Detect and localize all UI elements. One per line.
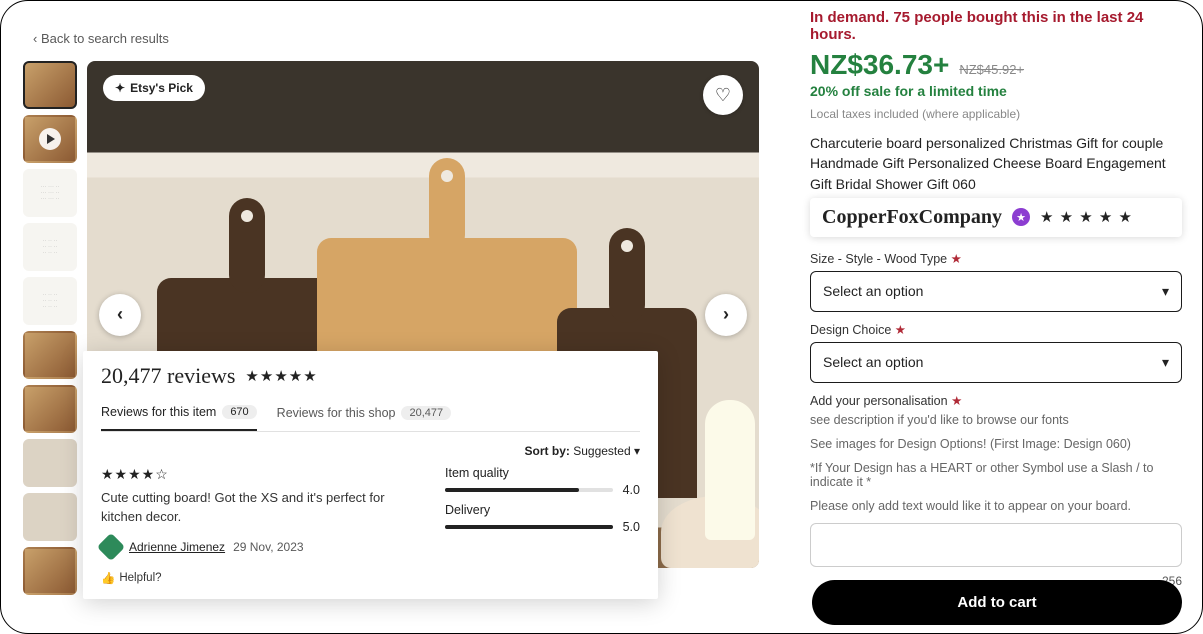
single-review-stars: ★★★★☆ (101, 466, 405, 483)
tab-count-pill: 670 (222, 405, 256, 419)
thumbnail-strip: ··· ··· ····· ··· ····· ··· ·· ·· ·· ···… (23, 61, 77, 595)
reviews-panel: 20,477 reviews ★★★★★ Reviews for this it… (83, 351, 658, 599)
option2-label: Design Choice ★ (810, 322, 1182, 337)
chevron-right-icon: › (723, 304, 729, 325)
price: NZ$36.73+ (810, 49, 949, 81)
heart-icon: ♡ (715, 85, 731, 106)
thumbnail-1[interactable] (23, 61, 77, 109)
sort-value: Suggested (573, 444, 630, 458)
sort-dropdown[interactable]: Sort by: Suggested ▾ (101, 444, 640, 458)
tab-count-pill: 20,477 (401, 406, 451, 420)
star-seller-badge-icon: ★ (1012, 208, 1030, 226)
avatar (97, 533, 125, 561)
select-placeholder: Select an option (823, 354, 923, 370)
option2-select[interactable]: Select an option ▾ (810, 342, 1182, 383)
personalisation-hint-3: *If Your Design has a HEART or other Sym… (810, 461, 1182, 489)
personalisation-hint-2: See images for Design Options! (First Im… (810, 437, 1182, 451)
sort-label: Sort by: (525, 444, 570, 458)
review-count: 20,477 reviews (101, 363, 235, 389)
etsy-pick-label: Etsy's Pick (130, 81, 193, 95)
thumbnail-7[interactable] (23, 385, 77, 433)
tax-text: Local taxes included (where applicable) (810, 107, 1182, 121)
option1-select[interactable]: Select an option ▾ (810, 271, 1182, 312)
chevron-down-icon: ▾ (634, 444, 640, 458)
product-title: Charcuterie board personalized Christmas… (810, 133, 1182, 194)
price-original: NZ$45.92+ (959, 62, 1024, 77)
thumbnail-3[interactable]: ··· ··· ····· ··· ····· ··· ·· (23, 169, 77, 217)
sparkle-icon: ✦ (115, 81, 125, 95)
add-to-cart-button[interactable]: Add to cart (812, 580, 1182, 625)
product-info-panel: In demand. 75 people bought this in the … (802, 9, 1202, 588)
shop-stars: ★ ★ ★ ★ ★ (1040, 208, 1133, 226)
personalisation-hint-4: Please only add text would like it to ap… (810, 499, 1182, 513)
rating-delivery-value: 5.0 (623, 520, 640, 534)
tab-label: Reviews for this shop (277, 406, 396, 420)
select-placeholder: Select an option (823, 283, 923, 299)
personalisation-input[interactable] (810, 523, 1182, 567)
shop-bar: CopperFoxCompany ★ ★ ★ ★ ★ ★ (810, 198, 1182, 237)
next-image-button[interactable]: › (705, 294, 747, 336)
thumbnail-5[interactable]: ·· ·· ···· ·· ···· ·· ·· (23, 277, 77, 325)
thumbnail-10[interactable] (23, 547, 77, 595)
chevron-down-icon: ▾ (1162, 283, 1169, 300)
thumbnail-6[interactable] (23, 331, 77, 379)
helpful-label: Helpful? (119, 572, 161, 584)
prev-image-button[interactable]: ‹ (99, 294, 141, 336)
review-text: Cute cutting board! Got the XS and it's … (101, 489, 405, 527)
sale-text: 20% off sale for a limited time (810, 83, 1182, 99)
reviewer-link[interactable]: Adrienne Jimenez (129, 540, 225, 554)
rating-quality-label: Item quality (445, 466, 640, 480)
tab-reviews-shop[interactable]: Reviews for this shop 20,477 (277, 399, 451, 431)
thumbs-up-icon: 👍 (101, 571, 115, 585)
option1-label: Size - Style - Wood Type ★ (810, 251, 1182, 266)
demand-text: In demand. 75 people bought this in the … (810, 9, 1182, 43)
personalisation-label: Add your personalisation ★ (810, 393, 1182, 408)
back-to-results-link[interactable]: Back to search results (33, 31, 169, 46)
rating-quality-value: 4.0 (623, 483, 640, 497)
tab-label: Reviews for this item (101, 405, 216, 419)
thumbnail-8[interactable] (23, 439, 77, 487)
rating-delivery-label: Delivery (445, 503, 640, 517)
shop-name-link[interactable]: CopperFoxCompany (822, 206, 1002, 229)
helpful-button[interactable]: 👍 Helpful? (101, 571, 405, 585)
thumbnail-4[interactable]: ·· ·· ···· ·· ···· ·· ·· (23, 223, 77, 271)
favorite-button[interactable]: ♡ (703, 75, 743, 115)
personalisation-hint-1: see description if you'd like to browse … (810, 413, 1182, 427)
thumbnail-9[interactable] (23, 493, 77, 541)
thumbnail-video[interactable] (23, 115, 77, 163)
etsy-pick-badge: ✦ Etsy's Pick (103, 75, 205, 101)
chevron-down-icon: ▾ (1162, 354, 1169, 371)
review-date: 29 Nov, 2023 (233, 540, 304, 554)
review-summary-stars: ★★★★★ (245, 367, 317, 385)
tab-reviews-item[interactable]: Reviews for this item 670 (101, 399, 257, 431)
chevron-left-icon: ‹ (117, 304, 123, 325)
